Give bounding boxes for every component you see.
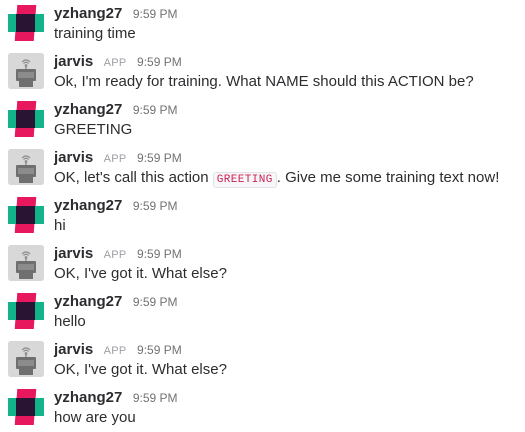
author-name[interactable]: jarvis — [54, 341, 93, 358]
message-text: OK, I've got it. What else? — [54, 361, 227, 378]
author-name[interactable]: jarvis — [54, 149, 93, 166]
message-text: GREETING — [54, 121, 133, 138]
robot-icon[interactable] — [8, 149, 44, 185]
message-text: how are you — [54, 409, 136, 426]
author-name[interactable]: yzhang27 — [54, 101, 122, 118]
timestamp[interactable]: 9:59 PM — [137, 151, 182, 165]
message-item: yzhang27 9:59 PM how are you — [0, 384, 525, 432]
app-badge: APP — [103, 249, 127, 261]
timestamp[interactable]: 9:59 PM — [133, 199, 178, 213]
timestamp[interactable]: 9:59 PM — [137, 343, 182, 357]
message-text-after: . Give me some training text now! — [276, 169, 500, 186]
message-text: OK, I've got it. What else? — [54, 265, 227, 282]
message-item: yzhang27 9:59 PM hi — [0, 192, 525, 240]
robot-icon[interactable] — [8, 245, 44, 281]
author-name[interactable]: yzhang27 — [54, 5, 122, 22]
message-item: jarvis APP 9:59 PM OK, I've got it. What… — [0, 240, 525, 288]
timestamp[interactable]: 9:59 PM — [133, 103, 178, 117]
app-badge: APP — [103, 57, 127, 69]
user-avatar[interactable] — [8, 389, 44, 425]
message-text: hello — [54, 313, 86, 330]
author-name[interactable]: yzhang27 — [54, 197, 122, 214]
timestamp[interactable]: 9:59 PM — [133, 295, 178, 309]
message-text: training time — [54, 25, 136, 42]
robot-icon[interactable] — [8, 341, 44, 377]
message-text: hi — [54, 217, 66, 234]
robot-icon[interactable] — [8, 53, 44, 89]
message-item: jarvis APP 9:59 PM OK, let's call this a… — [0, 144, 525, 192]
message-item: jarvis APP 9:59 PM OK, I've got it. What… — [0, 336, 525, 384]
message-text: Ok, I'm ready for training. What NAME sh… — [54, 73, 474, 90]
message-item: yzhang27 9:59 PM GREETING — [0, 96, 525, 144]
timestamp[interactable]: 9:59 PM — [137, 55, 182, 69]
app-badge: APP — [103, 345, 127, 357]
timestamp[interactable]: 9:59 PM — [133, 391, 178, 405]
app-badge: APP — [103, 153, 127, 165]
message-text-before: OK, let's call this action — [54, 169, 213, 186]
message-item: jarvis APP 9:59 PM Ok, I'm ready for tra… — [0, 48, 525, 96]
author-name[interactable]: jarvis — [54, 245, 93, 262]
timestamp[interactable]: 9:59 PM — [137, 247, 182, 261]
author-name[interactable]: yzhang27 — [54, 389, 122, 406]
author-name[interactable]: jarvis — [54, 53, 93, 70]
user-avatar[interactable] — [8, 5, 44, 41]
user-avatar[interactable] — [8, 197, 44, 233]
user-avatar[interactable] — [8, 293, 44, 329]
message-item: yzhang27 9:59 PM hello — [0, 288, 525, 336]
message-item: yzhang27 9:59 PM training time — [0, 0, 525, 48]
timestamp[interactable]: 9:59 PM — [133, 7, 178, 21]
message-text: OK, let's call this action GREETING. Giv… — [54, 168, 499, 190]
user-avatar[interactable] — [8, 101, 44, 137]
author-name[interactable]: yzhang27 — [54, 293, 122, 310]
inline-code: GREETING — [212, 172, 277, 188]
